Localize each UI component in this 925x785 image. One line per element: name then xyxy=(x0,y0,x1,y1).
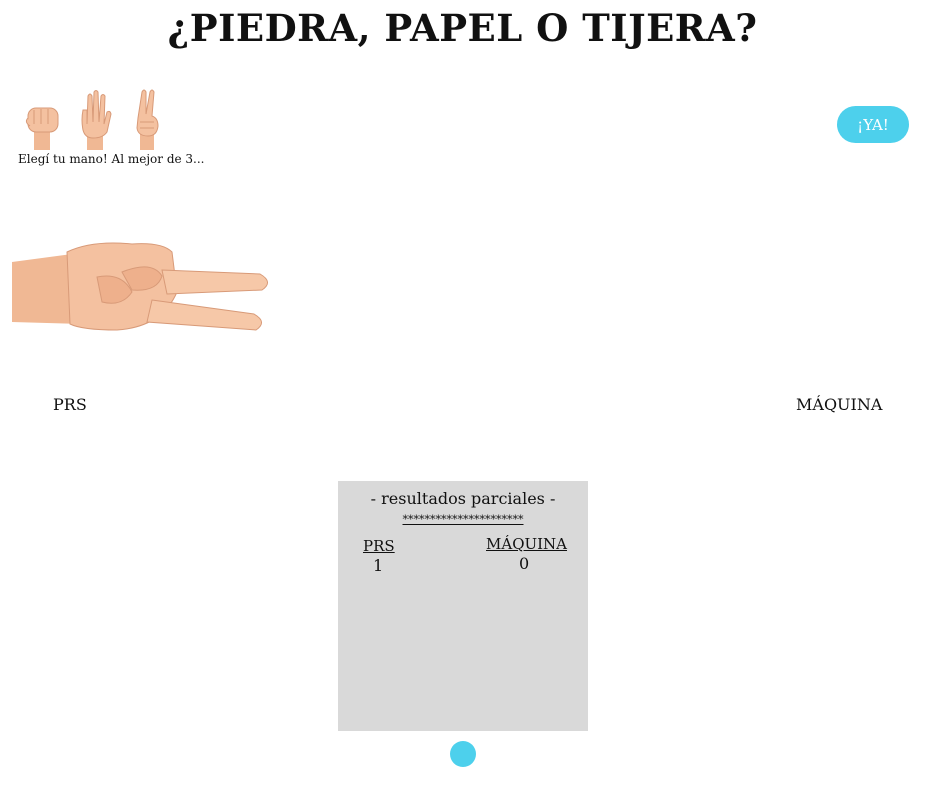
results-player-header: PRS xyxy=(363,537,395,555)
page-title: ¿PIEDRA, PAPEL O TIJERA? xyxy=(167,6,758,50)
hand-options xyxy=(22,86,168,150)
results-separator: ********************** xyxy=(402,513,524,526)
game-page: ¿PIEDRA, PAPEL O TIJERA? Elegí tu mano! … xyxy=(0,0,925,785)
results-machine-header: MÁQUINA xyxy=(486,535,568,553)
scissors-hand-icon xyxy=(12,242,268,331)
open-hand-paper-icon xyxy=(81,90,112,150)
player-score: 1 xyxy=(373,556,384,575)
round-dot-button[interactable] xyxy=(450,741,476,767)
hand-option-scissors[interactable] xyxy=(126,86,168,150)
player-hand-image xyxy=(12,232,282,337)
instructions-text: Elegí tu mano! Al mejor de 3... xyxy=(18,152,205,166)
machine-label: MÁQUINA xyxy=(796,395,883,414)
fist-rock-icon xyxy=(25,107,59,150)
results-title: - resultados parciales - xyxy=(370,489,556,508)
start-button[interactable]: ¡YA! xyxy=(837,106,909,143)
player-label: PRS xyxy=(53,395,87,414)
hand-option-rock[interactable] xyxy=(22,86,64,150)
machine-score: 0 xyxy=(519,554,530,573)
results-panel: - resultados parciales - ***************… xyxy=(338,481,588,731)
hand-option-paper[interactable] xyxy=(74,86,116,150)
two-fingers-scissors-icon xyxy=(136,89,159,150)
